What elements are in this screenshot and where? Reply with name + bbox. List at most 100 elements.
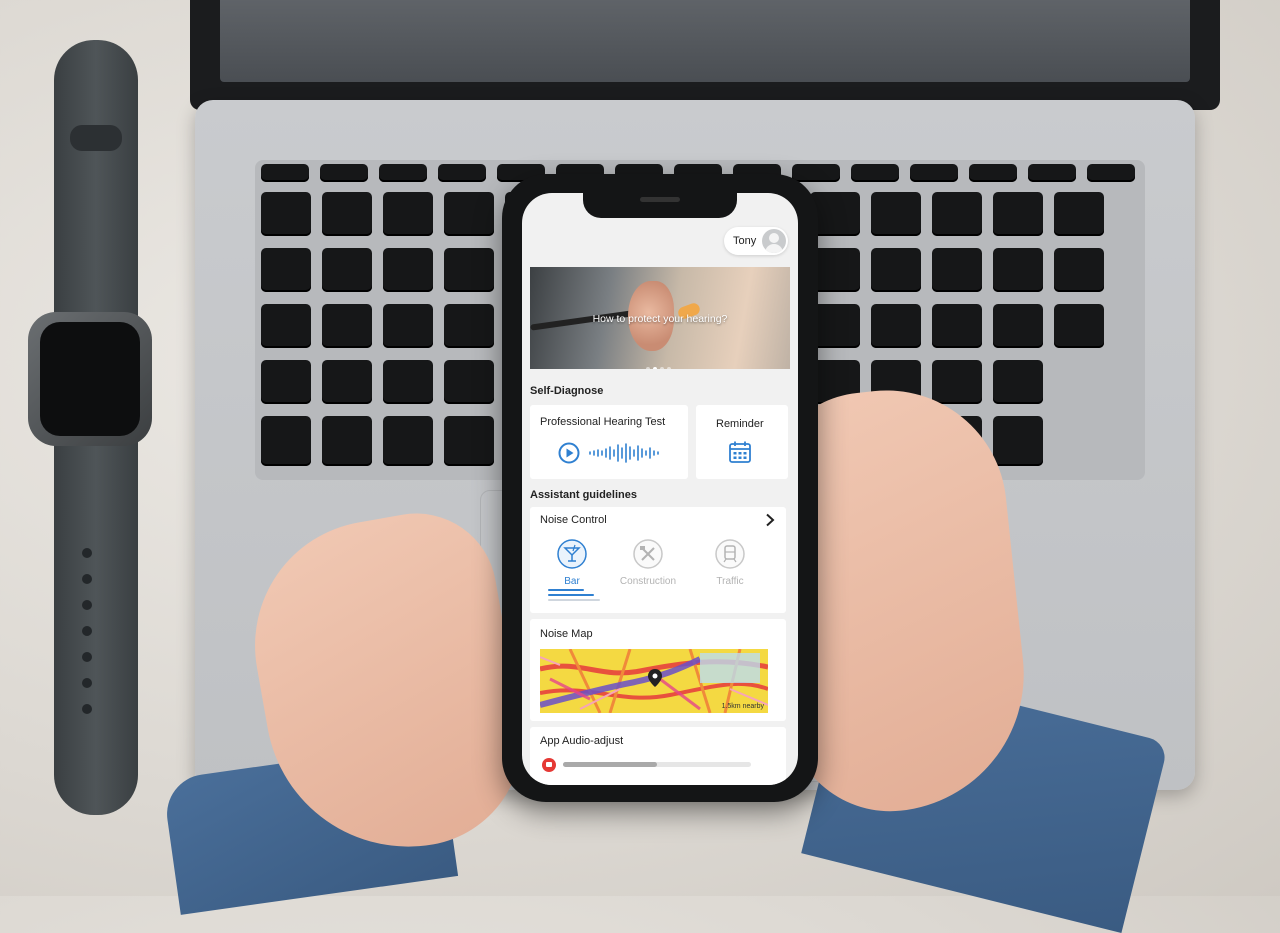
noise-level-indicator bbox=[548, 589, 600, 604]
keyboard-key bbox=[932, 248, 982, 292]
calendar-icon bbox=[729, 441, 751, 463]
soundwave-icon bbox=[589, 443, 659, 463]
keyboard-key bbox=[1054, 304, 1104, 348]
tools-icon bbox=[633, 539, 663, 569]
noise-map-card[interactable]: Noise Map 1.5km nearby bbox=[530, 619, 786, 721]
watch-band-hole bbox=[82, 548, 92, 558]
mode-label: Bar bbox=[564, 576, 580, 587]
keyboard-key bbox=[1028, 164, 1076, 182]
keyboard-key bbox=[871, 192, 921, 236]
mode-traffic[interactable]: Traffic bbox=[700, 539, 760, 587]
smartwatch-loop bbox=[70, 125, 122, 151]
keyboard-key bbox=[261, 304, 311, 348]
self-diagnose-title: Self-Diagnose bbox=[530, 385, 604, 397]
keyboard-key bbox=[1054, 248, 1104, 292]
keyboard-key bbox=[444, 360, 494, 404]
carousel-dots[interactable] bbox=[646, 358, 674, 369]
keyboard-key bbox=[261, 416, 311, 466]
keyboard-key bbox=[993, 192, 1043, 236]
hearing-test-label: Professional Hearing Test bbox=[540, 416, 666, 428]
noise-control-title: Noise Control bbox=[540, 514, 607, 526]
chevron-right-icon[interactable] bbox=[764, 513, 776, 527]
noise-map-title: Noise Map bbox=[540, 628, 593, 640]
keyboard-key bbox=[1054, 192, 1104, 236]
keyboard-key bbox=[438, 164, 486, 182]
keyboard-key bbox=[383, 192, 433, 236]
keyboard-key bbox=[444, 304, 494, 348]
assistant-guidelines-title: Assistant guidelines bbox=[530, 489, 637, 501]
reminder-label: Reminder bbox=[716, 418, 764, 430]
audio-adjust-title: App Audio-adjust bbox=[540, 735, 624, 747]
avatar-icon bbox=[762, 229, 786, 253]
keyboard-key bbox=[261, 164, 309, 182]
keyboard-key bbox=[261, 248, 311, 292]
keyboard-key bbox=[444, 416, 494, 466]
laptop-screen bbox=[190, 0, 1220, 110]
watch-band-hole bbox=[82, 626, 92, 636]
noise-control-card[interactable]: Noise Control Bar Construction Traffic bbox=[530, 507, 786, 613]
keyboard-key bbox=[969, 164, 1017, 182]
keyboard-key bbox=[322, 360, 372, 404]
keyboard-key bbox=[871, 248, 921, 292]
hearing-banner[interactable]: How to protect your hearing? bbox=[530, 267, 790, 369]
smartwatch-face bbox=[40, 322, 140, 436]
keyboard-key bbox=[261, 360, 311, 404]
keyboard-key bbox=[383, 416, 433, 466]
watch-band-hole bbox=[82, 704, 92, 714]
keyboard-key bbox=[1087, 164, 1135, 182]
mode-bar[interactable]: Bar bbox=[542, 539, 602, 587]
phone-speaker bbox=[640, 197, 680, 202]
audio-level-slider[interactable] bbox=[563, 762, 751, 767]
watch-band-hole bbox=[82, 652, 92, 662]
banner-title: How to protect your hearing? bbox=[592, 313, 728, 325]
mode-construction[interactable]: Construction bbox=[618, 539, 678, 587]
keyboard-key bbox=[383, 304, 433, 348]
keyboard-key bbox=[383, 360, 433, 404]
keyboard-key bbox=[871, 304, 921, 348]
hearing-test-card[interactable]: Professional Hearing Test bbox=[530, 405, 688, 479]
watch-band-hole bbox=[82, 574, 92, 584]
train-icon bbox=[715, 539, 745, 569]
map-caption: 1.5km nearby bbox=[721, 703, 764, 710]
audio-adjust-card[interactable]: App Audio-adjust bbox=[530, 727, 786, 785]
keyboard-key bbox=[322, 192, 372, 236]
watch-band-hole bbox=[82, 600, 92, 610]
keyboard-key bbox=[322, 416, 372, 466]
keyboard-key bbox=[444, 248, 494, 292]
app-screen: Tony How to protect your hearing? Self-D… bbox=[522, 193, 798, 785]
carousel-dot[interactable] bbox=[660, 367, 664, 369]
location-pin-icon[interactable] bbox=[648, 669, 662, 687]
youtube-icon bbox=[542, 758, 556, 772]
keyboard-key bbox=[993, 416, 1043, 466]
mode-label: Construction bbox=[619, 576, 677, 587]
reminder-card[interactable]: Reminder bbox=[696, 405, 788, 479]
keyboard-key bbox=[792, 164, 840, 182]
keyboard-key bbox=[383, 248, 433, 292]
keyboard-key bbox=[993, 360, 1043, 404]
keyboard-key bbox=[261, 192, 311, 236]
user-name: Tony bbox=[733, 235, 757, 247]
keyboard-key bbox=[993, 248, 1043, 292]
keyboard-key bbox=[320, 164, 368, 182]
carousel-dot[interactable] bbox=[646, 367, 650, 369]
play-icon[interactable] bbox=[558, 442, 580, 464]
keyboard-key bbox=[322, 248, 372, 292]
keyboard-key bbox=[993, 304, 1043, 348]
keyboard-key bbox=[444, 192, 494, 236]
audio-level-fill bbox=[563, 762, 657, 767]
keyboard-key bbox=[932, 192, 982, 236]
phone-notch bbox=[583, 190, 737, 218]
cocktail-icon bbox=[557, 539, 587, 569]
carousel-dot[interactable] bbox=[667, 367, 671, 369]
user-profile-chip[interactable]: Tony bbox=[724, 227, 788, 255]
noise-map[interactable]: 1.5km nearby bbox=[540, 649, 768, 713]
carousel-dot-active[interactable] bbox=[653, 367, 657, 369]
keyboard-key bbox=[379, 164, 427, 182]
keyboard-key bbox=[932, 360, 982, 404]
keyboard-key bbox=[322, 304, 372, 348]
watch-band-hole bbox=[82, 678, 92, 688]
mode-label: Traffic bbox=[716, 576, 744, 587]
keyboard-key bbox=[932, 304, 982, 348]
keyboard-key bbox=[851, 164, 899, 182]
keyboard-key bbox=[910, 164, 958, 182]
